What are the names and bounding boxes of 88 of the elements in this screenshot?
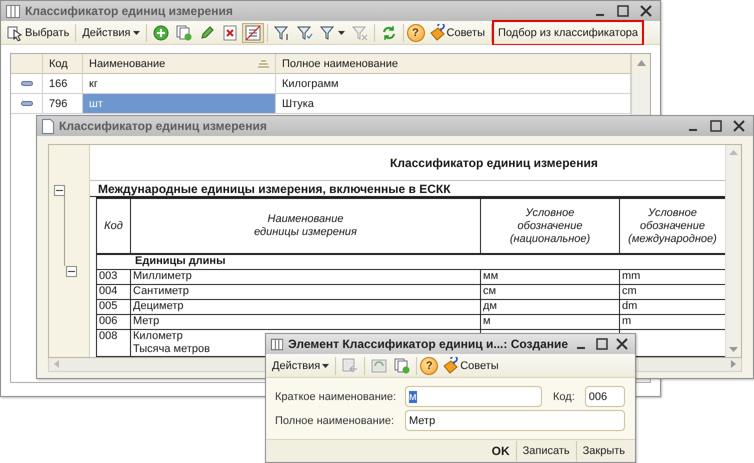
close-icon xyxy=(640,5,652,17)
save-list-icon xyxy=(342,358,358,374)
table-cell: Сантиметр xyxy=(130,284,480,299)
table-cell: Дециметр xyxy=(130,299,480,314)
tips-button[interactable]: Советы xyxy=(426,22,488,42)
minus-icon xyxy=(68,271,75,272)
short-name-field[interactable]: м xyxy=(405,386,542,407)
column-header[interactable]: Наименование xyxy=(83,54,276,74)
item-icon xyxy=(20,81,32,86)
book-icon xyxy=(442,356,458,374)
close-icon xyxy=(733,120,745,132)
minimize-icon xyxy=(596,14,604,16)
section-title: Международные единицы измерения, включенные в ЕСКК xyxy=(98,182,451,196)
document-icon xyxy=(42,118,54,134)
table-cell: 166 xyxy=(43,74,83,94)
table-cell: Метр xyxy=(130,314,480,329)
minus-icon xyxy=(56,190,63,191)
maximize-button[interactable] xyxy=(594,336,610,352)
table-cell[interactable]: кг xyxy=(83,74,276,94)
window-title: Классификатор единиц измерения xyxy=(59,119,268,133)
column-header[interactable]: Код xyxy=(43,54,83,74)
close-icon xyxy=(616,338,628,350)
pick-from-classifier-button[interactable]: Подбор из классификатора xyxy=(495,22,642,42)
copy-icon xyxy=(176,24,192,40)
maximize-icon xyxy=(710,120,722,132)
table-cell: м xyxy=(480,314,620,329)
window-title: Классификатор единиц измерения xyxy=(25,4,234,18)
item-icon xyxy=(20,101,32,106)
code-field[interactable]: 006 xyxy=(584,386,625,407)
filter-off-icon xyxy=(352,24,368,40)
collapse-button[interactable] xyxy=(54,185,65,196)
dialog-button[interactable]: OK xyxy=(486,441,516,461)
dialog-button[interactable]: Записать xyxy=(516,441,576,461)
plus-icon xyxy=(152,24,169,40)
copy-icon xyxy=(394,358,410,374)
help-button[interactable]: ? xyxy=(406,24,425,42)
minimize-icon xyxy=(576,347,585,349)
table-cell: мм xyxy=(480,269,620,284)
list-crossed-icon xyxy=(244,24,261,40)
hierarchy-toggle[interactable] xyxy=(242,22,264,42)
table-icon xyxy=(271,338,284,350)
filter-icon xyxy=(320,24,336,40)
table-cell: 003 xyxy=(96,269,130,284)
table-cell: 004 xyxy=(96,284,130,299)
dialog-button[interactable]: Закрыть xyxy=(576,441,631,461)
table-cell: 005 xyxy=(96,299,130,314)
select-button[interactable]: Выбрать xyxy=(4,22,72,42)
column-header[interactable]: Полное наименование xyxy=(276,54,631,74)
report-heading: Классификатор единиц измерения xyxy=(390,156,598,170)
column-header: Условное обозначение (национальное) xyxy=(480,198,620,254)
minimize-icon xyxy=(689,129,697,131)
table-cell: см xyxy=(480,284,620,299)
close-button[interactable] xyxy=(614,336,630,352)
table-cell: 008 xyxy=(96,329,130,356)
maximize-icon xyxy=(617,5,629,17)
field-label: Краткое наименование: xyxy=(275,390,398,402)
maximize-icon xyxy=(596,338,608,350)
refresh-icon xyxy=(380,24,397,40)
filter-icon xyxy=(296,24,313,40)
actions-menu[interactable]: Действия xyxy=(79,22,143,42)
table-icon xyxy=(6,4,20,18)
actions-menu[interactable]: Действия xyxy=(269,356,332,376)
field-label: Полное наименование: xyxy=(275,414,396,426)
sort-icon xyxy=(258,60,269,68)
filter-icon xyxy=(274,24,290,40)
full-name-field[interactable]: Метр xyxy=(405,410,625,431)
column-header xyxy=(11,54,43,74)
up-arrow-icon xyxy=(636,60,646,66)
table-cell: дм xyxy=(480,299,620,314)
delete-icon xyxy=(222,24,238,40)
table-cell: Миллиметр xyxy=(130,269,480,284)
caret-icon xyxy=(322,364,330,368)
table-cell: 006 xyxy=(96,314,130,329)
column-header: Наименование единицы измерения xyxy=(130,198,480,254)
table-cell: Штука xyxy=(276,94,631,114)
collapse-button[interactable] xyxy=(66,266,77,277)
help-button[interactable]: ? xyxy=(420,356,438,374)
table-cell: 796 xyxy=(43,94,83,114)
refresh-icon xyxy=(371,358,388,374)
field-label: Код: xyxy=(553,390,575,402)
pencil-icon xyxy=(198,24,215,40)
tips-button[interactable]: Советы xyxy=(439,356,502,376)
column-header: Код xyxy=(96,198,130,254)
cursor-icon xyxy=(7,24,23,40)
caret-icon xyxy=(132,30,140,34)
caret-icon xyxy=(338,30,345,34)
table-cell: Килограмм xyxy=(276,74,631,94)
book-icon xyxy=(428,24,445,42)
